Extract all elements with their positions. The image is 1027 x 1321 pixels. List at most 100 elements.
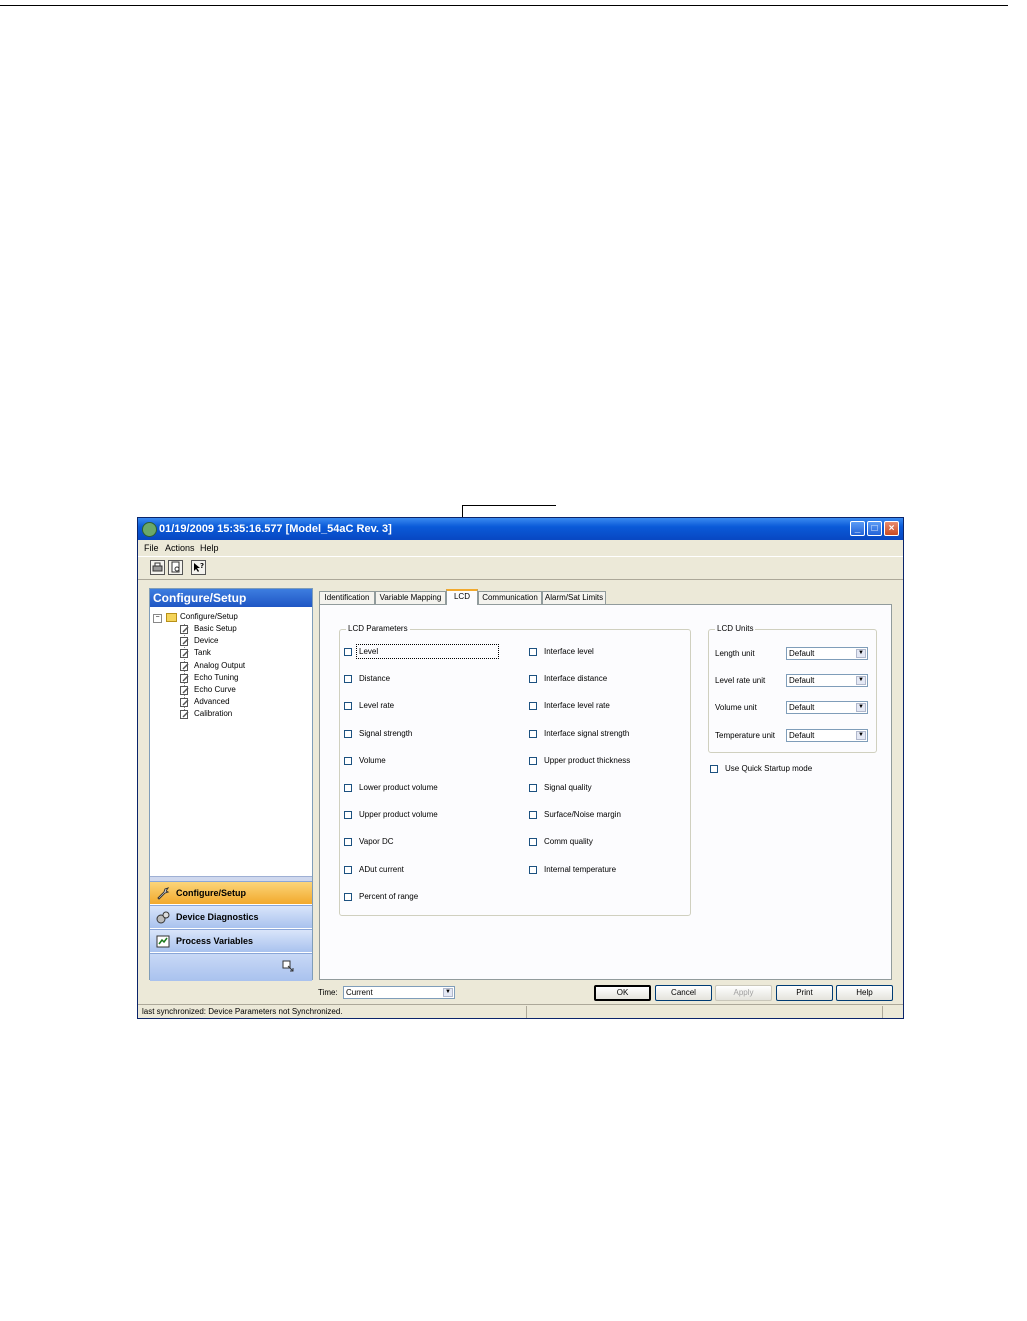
lcd-units-group: LCD Units Length unit Default ▼ Level rate … [708, 624, 877, 753]
tab-variable-mapping[interactable]: Variable Mapping [375, 591, 446, 604]
lcd-param-upper-product-volume[interactable]: Upper product volume [344, 810, 494, 822]
lcd-param-vapor-dc[interactable]: Vapor DC [344, 837, 494, 849]
lcd-param-signal-strength[interactable]: Signal strength [344, 729, 494, 741]
tree-item-calibration[interactable]: Calibration [194, 709, 232, 718]
checkbox[interactable] [344, 784, 352, 792]
checkbox[interactable] [529, 756, 537, 765]
tab-lcd[interactable]: LCD [446, 589, 478, 605]
minimize-button[interactable]: _ [850, 521, 865, 536]
lcd-param-percent-of-range[interactable]: Percent of range [344, 892, 494, 904]
tree-item-advanced[interactable]: Advanced [194, 697, 230, 706]
menu-actions[interactable]: Actions [165, 543, 195, 553]
tree-item-tank[interactable]: Tank [194, 648, 211, 657]
quick-startup-label: Use Quick Startup mode [725, 764, 813, 773]
checkbox[interactable] [344, 702, 352, 711]
menu-file[interactable]: File [144, 543, 159, 553]
quick-startup-checkbox[interactable] [710, 765, 718, 773]
checkbox[interactable] [344, 811, 352, 820]
print-preview-icon[interactable] [168, 560, 183, 575]
lcd-param-interface-level-rate[interactable]: Interface level rate [529, 701, 679, 713]
quick-startup-row[interactable]: Use Quick Startup mode [710, 764, 860, 776]
print-icon[interactable] [150, 560, 165, 575]
dropdown-arrow-icon[interactable]: ▼ [856, 649, 866, 658]
time-select[interactable]: Current ▼ [343, 986, 455, 999]
checkbox[interactable] [529, 729, 537, 738]
help-pointer-icon[interactable]: ? [191, 560, 206, 575]
nav-device-diagnostics[interactable]: Device Diagnostics [150, 905, 312, 928]
tab-identification[interactable]: Identification [319, 591, 375, 604]
select-value: Default [789, 703, 815, 713]
lcd-param-interface-signal-strength[interactable]: Interface signal strength [529, 729, 679, 741]
lcd-param-interface-level[interactable]: Interface level [529, 647, 679, 659]
maximize-button[interactable]: □ [867, 521, 882, 536]
tree-collapse-icon[interactable]: − [153, 614, 162, 623]
tab-communication[interactable]: Communication [478, 591, 542, 604]
lcd-param-level-rate[interactable]: Level rate [344, 701, 494, 713]
lcd-param-interface-distance[interactable]: Interface distance [529, 674, 679, 686]
checkbox[interactable] [529, 648, 537, 656]
length-unit-select[interactable]: Default ▼ [786, 647, 868, 660]
checkbox[interactable] [344, 865, 352, 874]
checkbox-label: Volume [359, 755, 386, 765]
checkbox[interactable] [344, 756, 352, 765]
menu-help[interactable]: Help [200, 543, 219, 553]
tree-item-echo-curve[interactable]: Echo Curve [194, 685, 236, 694]
checkbox[interactable] [344, 729, 352, 738]
print-button[interactable]: Print [776, 985, 833, 1001]
checkbox[interactable] [344, 892, 352, 901]
dropdown-arrow-icon[interactable]: ▼ [856, 703, 866, 713]
checkbox-label: Level rate [359, 701, 395, 711]
checkbox[interactable] [529, 838, 537, 847]
checkbox[interactable] [344, 838, 352, 847]
nav-process-variables[interactable]: Process Variables [150, 929, 312, 952]
tree-item-device[interactable]: Device [194, 636, 218, 645]
title-bar[interactable]: 01/19/2009 15:35:16.577 [Model_54aC Rev.… [138, 518, 903, 540]
configure-buttons-icon[interactable] [282, 960, 294, 972]
dropdown-arrow-icon[interactable]: ▼ [856, 730, 866, 740]
tree-item-echo-tuning[interactable]: Echo Tuning [194, 673, 238, 682]
lcd-param-level[interactable]: Level [344, 644, 499, 659]
page-top-rule [0, 5, 1008, 6]
nav-configure-setup[interactable]: Configure/Setup [150, 881, 312, 904]
checkbox[interactable] [529, 811, 537, 820]
checkbox[interactable] [344, 675, 352, 684]
lcd-param-volume[interactable]: Volume [344, 756, 494, 768]
checkbox-label: Vapor DC [359, 837, 394, 847]
lcd-param-surface-noise-margin[interactable]: Surface/Noise margin [529, 810, 679, 822]
lcd-param-comm-quality[interactable]: Comm quality [529, 837, 679, 849]
level-rate-unit-label: Level rate unit [715, 676, 766, 686]
left-pane-header: Configure/Setup [150, 589, 312, 607]
checkbox[interactable] [529, 784, 537, 792]
lcd-param-upper-product-thickness[interactable]: Upper product thickness [529, 756, 679, 768]
level-rate-unit-select[interactable]: Default ▼ [786, 674, 868, 688]
checkbox[interactable] [529, 865, 537, 874]
help-button[interactable]: Help [836, 985, 893, 1001]
temperature-unit-label: Temperature unit [715, 730, 776, 740]
time-label: Time: [318, 988, 338, 997]
status-separator [526, 1006, 527, 1018]
select-value: Default [789, 676, 815, 686]
lcd-param-adut-current[interactable]: ADut current [344, 865, 494, 877]
dropdown-arrow-icon[interactable]: ▼ [443, 988, 453, 997]
lcd-param-distance[interactable]: Distance [344, 674, 494, 686]
lcd-parameters-group: LCD Parameters Level Distance Level rate Si… [339, 624, 691, 916]
checkbox[interactable] [344, 648, 352, 656]
checkbox[interactable] [529, 675, 537, 684]
temperature-unit-select[interactable]: Default ▼ [786, 728, 868, 742]
volume-unit-select[interactable]: Default ▼ [786, 701, 868, 715]
tree-item-basic-setup[interactable]: Basic Setup [194, 624, 237, 633]
tree-item-analog-output[interactable]: Analog Output [194, 661, 245, 670]
tab-alarm-sat-limits[interactable]: Alarm/Sat Limits [542, 591, 606, 604]
lcd-param-internal-temperature[interactable]: Internal temperature [529, 865, 679, 877]
checkbox[interactable] [529, 702, 537, 711]
tree-root[interactable]: Configure/Setup [180, 612, 238, 621]
nav-label: Process Variables [176, 936, 254, 946]
lcd-param-signal-quality[interactable]: Signal quality [529, 783, 679, 795]
apply-button[interactable]: Apply [715, 985, 772, 1001]
close-button[interactable]: × [884, 521, 899, 536]
page-wrench-icon [180, 673, 190, 683]
dropdown-arrow-icon[interactable]: ▼ [856, 676, 866, 686]
ok-button[interactable]: OK [594, 985, 651, 1001]
lcd-param-lower-product-volume[interactable]: Lower product volume [344, 783, 494, 795]
cancel-button[interactable]: Cancel [655, 985, 712, 1001]
